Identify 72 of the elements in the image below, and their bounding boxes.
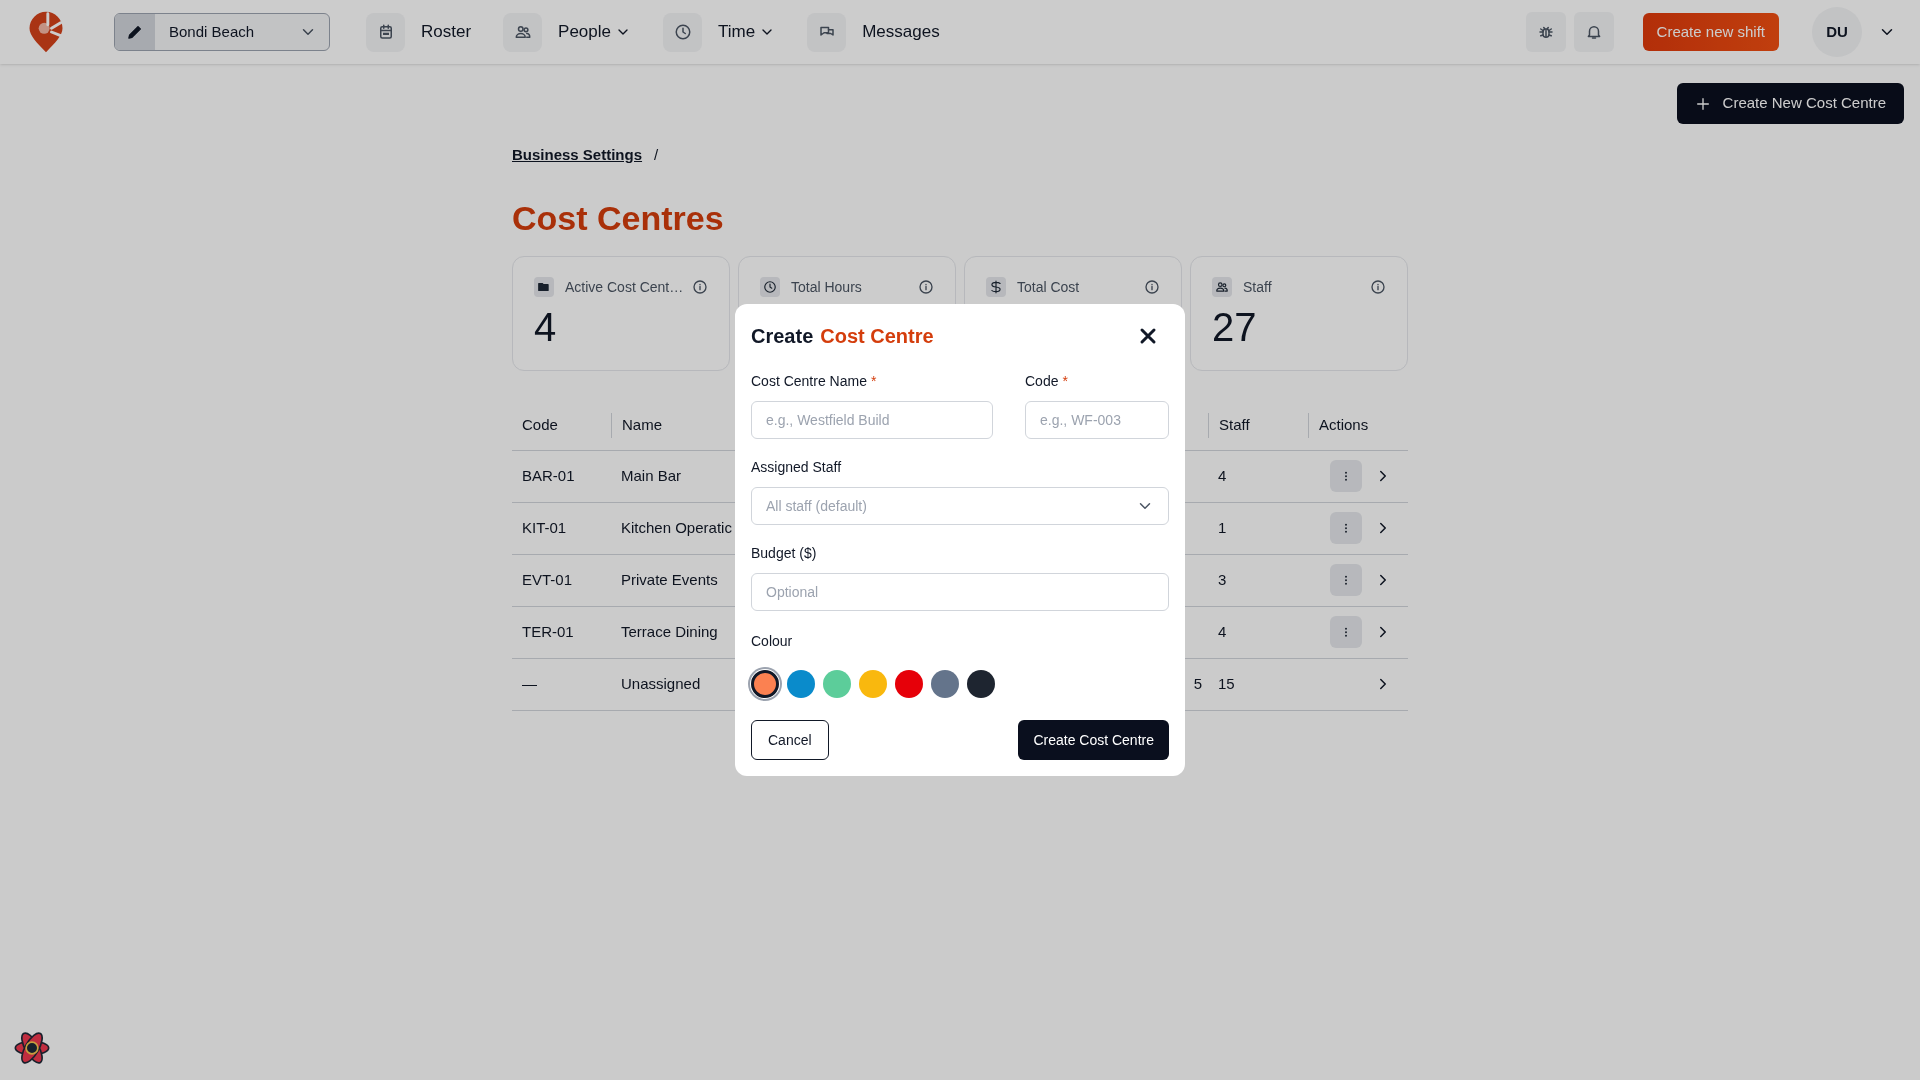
table-cell-text: Unassigned — [621, 673, 701, 694]
table-cell-text: Kitchen Operatic — [621, 517, 732, 538]
info-icon[interactable] — [1370, 279, 1386, 295]
field-label: Assigned Staff — [751, 458, 842, 477]
required-mark: * — [870, 372, 877, 391]
colour-swatch[interactable] — [859, 670, 887, 698]
table-cell: EVT-01 — [522, 570, 573, 588]
user-avatar[interactable]: DU — [1812, 7, 1862, 57]
clock-icon — [763, 280, 777, 294]
nav-link[interactable]: Time — [663, 12, 776, 52]
folder-icon — [537, 280, 551, 294]
nav-link[interactable]: Messages — [807, 12, 940, 52]
column-header: Name — [622, 414, 662, 435]
colour-swatch[interactable] — [751, 670, 779, 698]
info-icon[interactable] — [1144, 279, 1160, 295]
table-cell-text: Main Bar — [621, 465, 682, 486]
cancel-button[interactable]: Cancel — [751, 720, 829, 760]
clock-icon — [673, 23, 692, 41]
required-mark: * — [1062, 372, 1068, 391]
colour-swatch[interactable] — [931, 670, 959, 698]
colour-swatch[interactable] — [823, 670, 851, 698]
input-field[interactable]: e.g., Westfield Build — [751, 401, 993, 439]
colour-swatch[interactable] — [895, 670, 923, 698]
column-header: Code — [522, 414, 558, 435]
colour-swatch[interactable] — [787, 670, 815, 698]
table-cell: 4 — [1218, 622, 1227, 640]
create-button[interactable]: Create Cost Centre — [1018, 720, 1169, 760]
dollar-icon — [989, 280, 1003, 294]
stat-label: Total Cost — [1017, 277, 1081, 297]
create-cost-centre-button[interactable]: Create New Cost Centre — [1676, 83, 1904, 124]
table-cell: BAR-01 — [522, 466, 575, 484]
table-cell: 15 — [1218, 674, 1235, 692]
field-label: Colour — [751, 632, 794, 651]
table-cell: 1 — [1218, 518, 1227, 536]
column-header: Actions — [1319, 414, 1369, 435]
table-cell-text: 5 — [1193, 673, 1202, 694]
table-cell-text: Terrace Dining — [621, 621, 718, 642]
input-field[interactable]: Optional — [751, 573, 1169, 611]
stat-label: Total Hours — [791, 277, 863, 297]
breadcrumb-link[interactable]: Business Settings — [512, 144, 643, 167]
table-cell: TER-01 — [522, 622, 574, 640]
nav-link[interactable]: People — [503, 12, 631, 52]
pencil-icon — [126, 23, 144, 41]
breadcrumb-separator: / — [654, 145, 659, 165]
stat-value: 4 — [534, 306, 558, 347]
stat-label: Active Cost Cent… — [565, 277, 685, 297]
info-icon[interactable] — [918, 279, 934, 295]
table-cell: — — [522, 674, 537, 692]
people-icon — [513, 23, 532, 41]
table-cell: KIT-01 — [522, 518, 567, 536]
stat-value: 27 — [1212, 306, 1258, 347]
input-field[interactable]: e.g., WF-003 — [1025, 401, 1169, 439]
dialog-title: Create — [751, 324, 814, 349]
info-icon[interactable] — [692, 279, 708, 295]
table-cell: 3 — [1218, 570, 1227, 588]
plus-icon — [1694, 95, 1711, 112]
location-select[interactable]: Bondi Beach — [114, 13, 330, 51]
stat-label: Staff — [1243, 277, 1273, 297]
table-cell: 4 — [1218, 466, 1227, 484]
notifications-button[interactable] — [1573, 12, 1614, 52]
people-icon — [1215, 280, 1229, 294]
nav-link[interactable]: Roster — [366, 12, 472, 52]
field-label: Cost Centre Name — [751, 372, 867, 391]
colour-swatch[interactable] — [967, 670, 995, 698]
field-label: Budget ($) — [751, 544, 817, 563]
column-header: Staff — [1219, 414, 1250, 435]
field-label: Code — [1025, 372, 1059, 391]
table-cell-text: Private Events — [621, 569, 718, 590]
create-shift-button[interactable]: Create new shift — [1642, 13, 1779, 51]
dialog-title-accent: Cost Centre — [820, 324, 934, 349]
page-title: Cost Centres — [512, 197, 725, 239]
bug-button[interactable] — [1525, 12, 1566, 52]
